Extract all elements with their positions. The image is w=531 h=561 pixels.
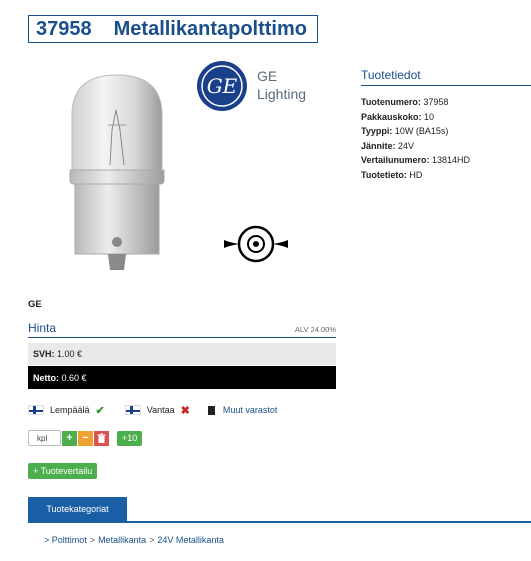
product-compare-button[interactable]: + Tuotevertailu — [28, 463, 98, 479]
quantity-controls: kpl + − +10 — [28, 429, 143, 447]
info-label: Vertailunumero: — [361, 155, 430, 166]
ge-brand-text: GE Lighting — [257, 67, 306, 103]
product-name: Metallikantapolttimo — [113, 17, 307, 40]
vat-label: ALV 24.00% — [294, 325, 336, 334]
ge-brand-line-1: GE — [257, 68, 278, 84]
retail-price-label: SVH: — [33, 349, 55, 359]
quantity-input[interactable]: kpl — [28, 430, 61, 446]
info-row-product-info: Tuotetieto: HD — [361, 168, 470, 183]
in-stock-check-icon: ✔ — [95, 404, 105, 417]
store-name-lempaala: Lempäälä — [50, 405, 90, 415]
out-of-stock-x-icon: ✖ — [180, 404, 190, 417]
breadcrumb-item-24v-metallikanta[interactable]: 24V Metallikanta — [157, 535, 224, 545]
breadcrumb-separator: > — [89, 535, 96, 545]
warehouse-icon — [207, 405, 215, 415]
add-ten-button[interactable]: +10 — [117, 430, 143, 446]
brand-label: GE — [28, 299, 42, 310]
store-name-vantaa: Vantaa — [146, 405, 175, 415]
product-image — [69, 74, 165, 270]
breadcrumb-item-polttimot[interactable]: Polttimot — [52, 535, 87, 545]
info-value: 13814HD — [432, 155, 471, 166]
info-row-product-number: Tuotenumero: 37958 — [361, 95, 470, 110]
product-number: 37958 — [36, 17, 92, 40]
retail-price-row: SVH: 1.00 € — [28, 343, 336, 365]
breadcrumb-separator: > — [149, 535, 155, 545]
finland-flag-icon — [28, 405, 44, 415]
availability-row: Lempäälä ✔ Vantaa ✖ Muut varastot — [28, 403, 277, 417]
info-row-voltage: Jännite: 24V — [361, 139, 470, 154]
tab-underline — [28, 521, 531, 523]
info-row-type: Tyyppi: 10W (BA15s) — [361, 124, 470, 139]
info-row-reference-number: Vertailunumero: 13814HD — [361, 153, 470, 168]
breadcrumb: > Polttimot > Metallikanta >24V Metallikant… — [44, 535, 224, 545]
tab-product-categories[interactable]: Tuotekategoriat — [28, 497, 127, 522]
price-header: Hinta ALV 24.00% — [28, 321, 336, 338]
info-value: 10 — [424, 111, 435, 122]
info-label: Tuotetieto: — [361, 169, 407, 180]
product-info-title: Tuotetiedot — [361, 68, 531, 86]
other-stores-link[interactable]: Muut varastot — [223, 405, 278, 415]
ge-brand-line-2: Lighting — [257, 86, 307, 102]
net-price-value: 0.60 € — [61, 372, 87, 383]
svg-text:GE: GE — [207, 74, 238, 98]
product-info-list: Tuotenumero: 37958 Pakkauskoko: 10 Tyypp… — [361, 95, 470, 183]
breadcrumb-item-metallikanta[interactable]: Metallikanta — [98, 535, 146, 545]
quantity-decrease-button[interactable]: − — [78, 430, 93, 446]
info-label: Pakkauskoko: — [361, 111, 422, 122]
net-price-label: Netto: — [33, 372, 59, 383]
retail-price-value: 1.00 € — [57, 349, 83, 359]
trash-icon-glyph — [97, 433, 106, 443]
info-row-pack-size: Pakkauskoko: 10 — [361, 110, 470, 125]
info-label: Tyyppi: — [361, 126, 393, 137]
net-price-row: Netto: 0.60 € — [28, 366, 336, 389]
info-label: Tuotenumero: — [361, 97, 421, 107]
ge-logo: GE — [197, 61, 247, 111]
product-title: 37958 Metallikantapolttimo — [28, 15, 318, 43]
info-label: Jännite: — [361, 140, 396, 151]
info-value: 24V — [398, 140, 415, 151]
quantity-increase-button[interactable]: + — [62, 430, 77, 446]
breadcrumb-prefix: > — [44, 535, 50, 545]
socket-diagram — [224, 225, 288, 263]
info-value: 10W (BA15s) — [394, 126, 449, 137]
trash-icon[interactable] — [94, 430, 109, 446]
price-title: Hinta — [28, 321, 57, 335]
finland-flag-icon — [124, 405, 141, 415]
info-value: 37958 — [423, 97, 449, 107]
info-value: HD — [409, 169, 423, 180]
